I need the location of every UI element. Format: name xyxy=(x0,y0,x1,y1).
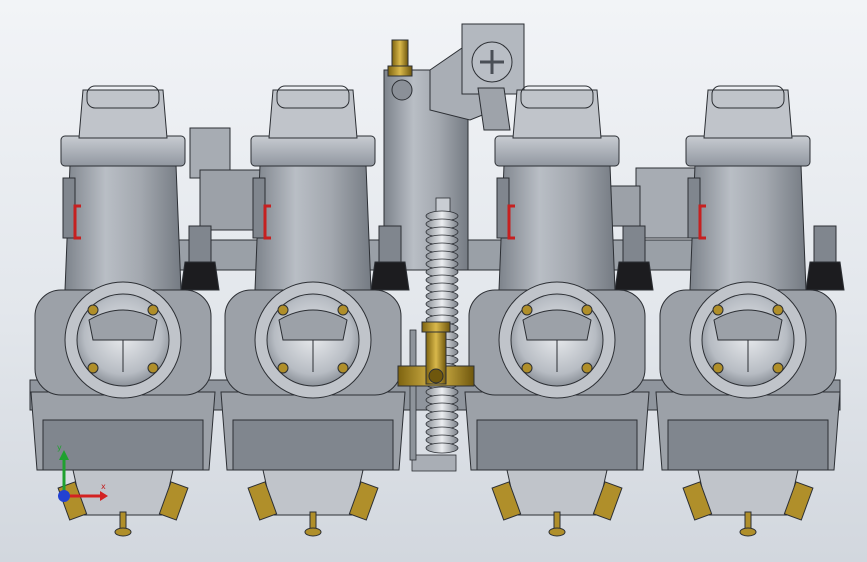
side-lug xyxy=(62,177,76,239)
carburetor-2 xyxy=(220,85,410,537)
drain-screw-head xyxy=(739,527,757,537)
flange-bolt xyxy=(521,362,533,374)
fuel-fitting-top xyxy=(387,39,413,101)
rubber-boot xyxy=(180,261,220,291)
throttle-slide xyxy=(522,309,592,341)
choke-post xyxy=(188,225,212,263)
float-bowl-lower xyxy=(667,419,829,471)
svg-text:y: y xyxy=(57,443,62,452)
flange-bolt xyxy=(337,362,349,374)
rubber-boot xyxy=(805,261,845,291)
rubber-boot xyxy=(370,261,410,291)
top-cap xyxy=(250,135,376,167)
flange-bolt xyxy=(772,304,784,316)
bowl-base xyxy=(506,469,608,516)
float-bowl-lower xyxy=(232,419,394,471)
throttle-slide xyxy=(713,309,783,341)
vacuum-cover xyxy=(78,89,168,139)
flange-bolt xyxy=(277,362,289,374)
flange-bolt xyxy=(147,304,159,316)
top-cap xyxy=(60,135,186,167)
flange-bolt xyxy=(772,362,784,374)
flange-bolt xyxy=(337,304,349,316)
throttle-slide xyxy=(278,309,348,341)
vacuum-cover xyxy=(703,89,793,139)
flange-bolt xyxy=(277,304,289,316)
choke-post xyxy=(622,225,646,263)
choke-post xyxy=(813,225,837,263)
bowl-base xyxy=(72,469,174,516)
carburetor-assembly-model[interactable]: x y xyxy=(0,0,867,562)
carburetor-3 xyxy=(464,85,654,537)
spring-coil xyxy=(425,442,459,454)
flange-bolt xyxy=(87,362,99,374)
flange-bolt xyxy=(147,362,159,374)
float-bowl-lower xyxy=(42,419,204,471)
drain-screw-head xyxy=(548,527,566,537)
flange-bolt xyxy=(581,304,593,316)
flange-bolt xyxy=(712,362,724,374)
cad-viewport[interactable]: x y xyxy=(0,0,867,562)
bowl-base xyxy=(697,469,799,516)
drain-screw-head xyxy=(304,527,322,537)
vacuum-cover xyxy=(268,89,358,139)
throttle-slide xyxy=(88,309,158,341)
flange-bolt xyxy=(581,362,593,374)
svg-text:x: x xyxy=(101,482,106,491)
carburetor-4 xyxy=(655,85,845,537)
side-lug xyxy=(252,177,266,239)
rubber-boot xyxy=(614,261,654,291)
side-lug xyxy=(496,177,510,239)
flange-bolt xyxy=(712,304,724,316)
flange-bolt xyxy=(521,304,533,316)
side-lug xyxy=(687,177,701,239)
top-cap xyxy=(685,135,811,167)
choke-post xyxy=(378,225,402,263)
float-bowl-lower xyxy=(476,419,638,471)
bowl-base xyxy=(262,469,364,516)
vacuum-cover xyxy=(512,89,602,139)
fuel-tee-fitting xyxy=(397,321,475,387)
top-cap xyxy=(494,135,620,167)
flange-bolt xyxy=(87,304,99,316)
drain-screw-head xyxy=(114,527,132,537)
